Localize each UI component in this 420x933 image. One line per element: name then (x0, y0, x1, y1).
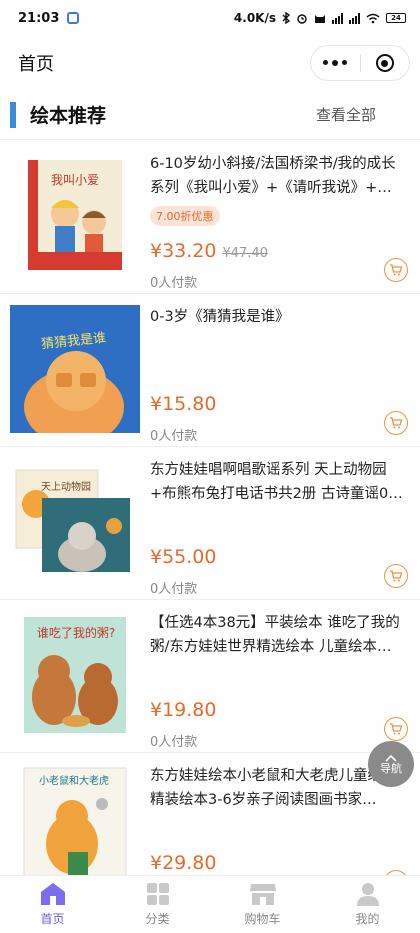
product-image[interactable]: 猜猜我是谁 (10, 305, 140, 433)
product-image[interactable]: 小老鼠和大老虎 (10, 764, 140, 892)
more-menu-button[interactable] (311, 59, 360, 66)
product-item[interactable]: 我叫小爱 6-10岁幼小斜接/法国桥梁书/我的成长系列《我叫小爱》+《请听我说》… (0, 141, 420, 294)
product-price: ¥55.00 (150, 546, 217, 568)
tab-label: 首页 (40, 912, 65, 926)
more-dot-icon (323, 60, 329, 66)
add-to-cart-button[interactable] (384, 717, 408, 741)
product-info: 【任选4本38元】平装绘本 谁吃了我的粥/东方娃娃世界精选绘本 儿童绘本… ¥1… (140, 611, 420, 752)
target-icon (375, 54, 394, 72)
cart-icon (390, 264, 403, 276)
view-all-link[interactable]: 查看全部 (316, 104, 376, 125)
grid-icon (146, 883, 169, 905)
original-price: ¥47.40 (222, 246, 268, 261)
product-title[interactable]: 【任选4本38元】平装绘本 谁吃了我的粥/东方娃娃世界精选绘本 儿童绘本… (150, 611, 406, 659)
price-row: ¥15.80 (150, 393, 216, 415)
sold-count: 0人付款 (150, 276, 198, 291)
alarm-icon (297, 14, 307, 24)
sold-count: 0人付款 (150, 582, 198, 597)
add-to-cart-button[interactable] (384, 411, 408, 435)
section-header: 绘本推荐 查看全部 (0, 90, 420, 140)
price-row: ¥19.80 (150, 699, 216, 721)
product-price: ¥15.80 (150, 393, 217, 415)
bluetooth-icon (282, 12, 290, 24)
cover-title: 我叫小爱 (51, 173, 99, 187)
nav-header: 首页 (0, 36, 420, 90)
shop-icon (249, 884, 276, 905)
price-row: ¥29.80 (150, 852, 216, 874)
product-item[interactable]: 谁吃了我的粥? 【任选4本38元】平装绘本 谁吃了我的粥/东方娃娃世界精选绘本 … (0, 600, 420, 753)
product-image[interactable]: 我叫小爱 (10, 152, 140, 280)
close-mini-program-button[interactable] (361, 54, 410, 72)
home-icon (40, 883, 65, 905)
cover-title: 谁吃了我的粥? (37, 625, 115, 640)
network-speed: 4.0K/s (233, 11, 276, 25)
product-price: ¥33.20 (150, 240, 217, 262)
page-title: 首页 (18, 54, 54, 75)
bottom-tab-bar: 首页 分类 购物车 我的 (0, 875, 420, 933)
product-image[interactable]: 谁吃了我的粥? (10, 611, 140, 739)
status-time: 21:03 (18, 10, 60, 26)
product-info: 东方娃娃唱啊唱歌谣系列 天上动物园+布熊布兔打电话书共2册 古诗童谣0… ¥55… (140, 458, 420, 599)
cover-title: 天上动物园 (41, 480, 91, 493)
signal-icon-2 (349, 12, 360, 24)
signal-icon (332, 12, 343, 24)
tab-label: 购物车 (244, 912, 281, 926)
more-dot-icon (342, 60, 348, 66)
more-dot-icon (332, 59, 339, 66)
battery-icon: 24 (386, 13, 406, 23)
product-price: ¥19.80 (150, 699, 217, 721)
tab-label: 分类 (145, 912, 170, 926)
sold-count: 0人付款 (150, 735, 198, 750)
floating-nav-button[interactable]: 导航 (368, 741, 414, 787)
product-title[interactable]: 东方娃娃绘本小老鼠和大老虎儿童绘本精装绘本3-6岁亲子阅读图画书家… (150, 764, 406, 812)
product-title[interactable]: 0-3岁《猜猜我是谁》 (150, 305, 406, 353)
product-info: 0-3岁《猜猜我是谁》 ¥15.80 0人付款 (140, 305, 420, 446)
product-list: 我叫小爱 6-10岁幼小斜接/法国桥梁书/我的成长系列《我叫小爱》+《请听我说》… (0, 141, 420, 906)
sold-count: 0人付款 (150, 429, 198, 444)
status-bar: 21:03 4.0K/s 24 (0, 0, 420, 36)
floating-nav-label: 导航 (380, 761, 402, 775)
app-notification-icon (67, 12, 80, 24)
price-row: ¥33.20 ¥47.40 (150, 240, 268, 262)
product-title[interactable]: 6-10岁幼小斜接/法国桥梁书/我的成长系列《我叫小爱》+《请听我说》+… (150, 152, 406, 200)
battery-level: 24 (391, 14, 401, 22)
price-row: ¥55.00 (150, 546, 216, 568)
status-left: 21:03 (18, 10, 80, 26)
section-title: 绘本推荐 (30, 105, 107, 127)
product-title[interactable]: 东方娃娃唱啊唱歌谣系列 天上动物园+布熊布兔打电话书共2册 古诗童谣0… (150, 458, 406, 506)
cat-icon (315, 15, 325, 23)
tab-profile[interactable]: 我的 (315, 876, 420, 933)
tab-label: 我的 (355, 912, 380, 926)
product-item[interactable]: 猜猜我是谁 0-3岁《猜猜我是谁》 ¥15.80 0人付款 (0, 294, 420, 447)
tab-home[interactable]: 首页 (0, 876, 105, 933)
cart-icon (390, 723, 403, 735)
product-info: 6-10岁幼小斜接/法国桥梁书/我的成长系列《我叫小爱》+《请听我说》+… 7.… (140, 152, 420, 293)
product-price: ¥29.80 (150, 852, 217, 874)
status-right: 4.0K/s 24 (234, 11, 406, 25)
product-image[interactable]: 天上动物园 (10, 458, 140, 586)
wifi-icon (366, 13, 380, 23)
discount-badge: 7.00折优惠 (150, 206, 220, 226)
section-accent-bar (10, 101, 16, 128)
product-item[interactable]: 天上动物园 东方娃娃唱啊唱歌谣系列 天上动物园+布熊布兔打电话书共2册 古诗童谣… (0, 447, 420, 600)
chevron-up-icon (385, 754, 397, 762)
add-to-cart-button[interactable] (384, 564, 408, 588)
tab-cart[interactable]: 购物车 (210, 876, 315, 933)
mini-program-capsule (310, 45, 410, 81)
cart-icon (390, 570, 403, 582)
cart-icon (390, 417, 403, 429)
add-to-cart-button[interactable] (384, 258, 408, 282)
tab-category[interactable]: 分类 (105, 876, 210, 933)
cover-title: 小老鼠和大老虎 (39, 774, 109, 787)
user-icon (356, 883, 379, 906)
